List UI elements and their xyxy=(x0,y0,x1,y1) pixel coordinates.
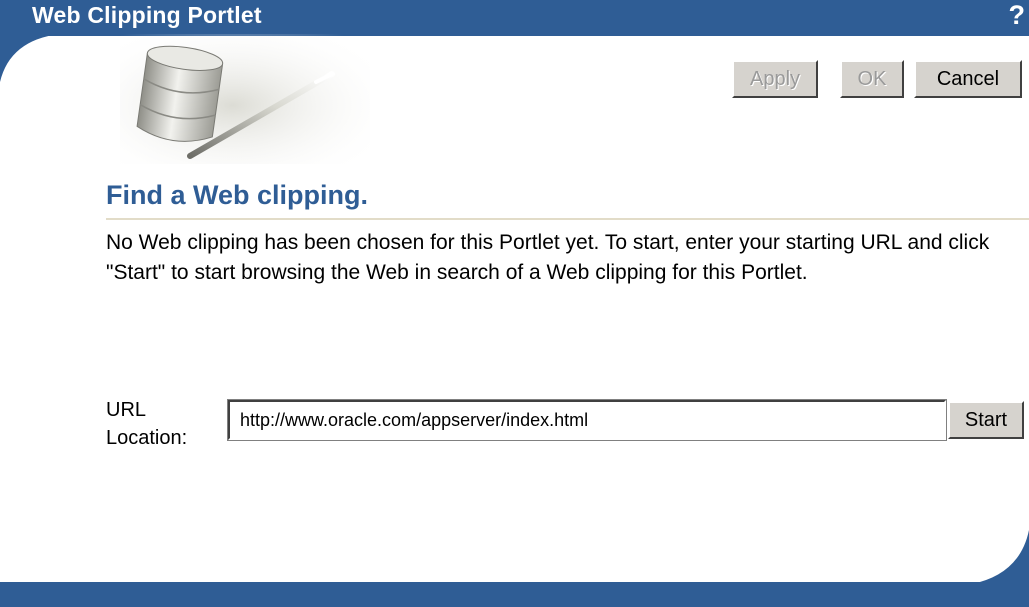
web-clipping-portlet: Web Clipping Portlet ? Apply OK Cancel F… xyxy=(0,0,1029,607)
ok-button[interactable]: OK xyxy=(840,60,904,98)
portlet-footer xyxy=(0,582,1029,607)
section-heading: Find a Web clipping. xyxy=(106,180,368,210)
section-divider xyxy=(106,218,1029,220)
header-curve-decoration xyxy=(0,34,60,82)
apply-button[interactable]: Apply xyxy=(732,60,818,98)
url-location-label: URL Location: xyxy=(106,399,188,449)
portlet-header: Web Clipping Portlet ? xyxy=(0,0,1029,36)
cancel-button[interactable]: Cancel xyxy=(914,60,1022,98)
help-icon[interactable]: ? xyxy=(1009,0,1026,31)
footer-curve-decoration xyxy=(972,530,1029,584)
url-location-input[interactable] xyxy=(227,399,947,441)
start-button[interactable]: Start xyxy=(948,401,1024,439)
portlet-title: Web Clipping Portlet xyxy=(32,2,262,28)
database-illustration-icon xyxy=(120,34,370,164)
instructions-text: No Web clipping has been chosen for this… xyxy=(106,231,990,284)
